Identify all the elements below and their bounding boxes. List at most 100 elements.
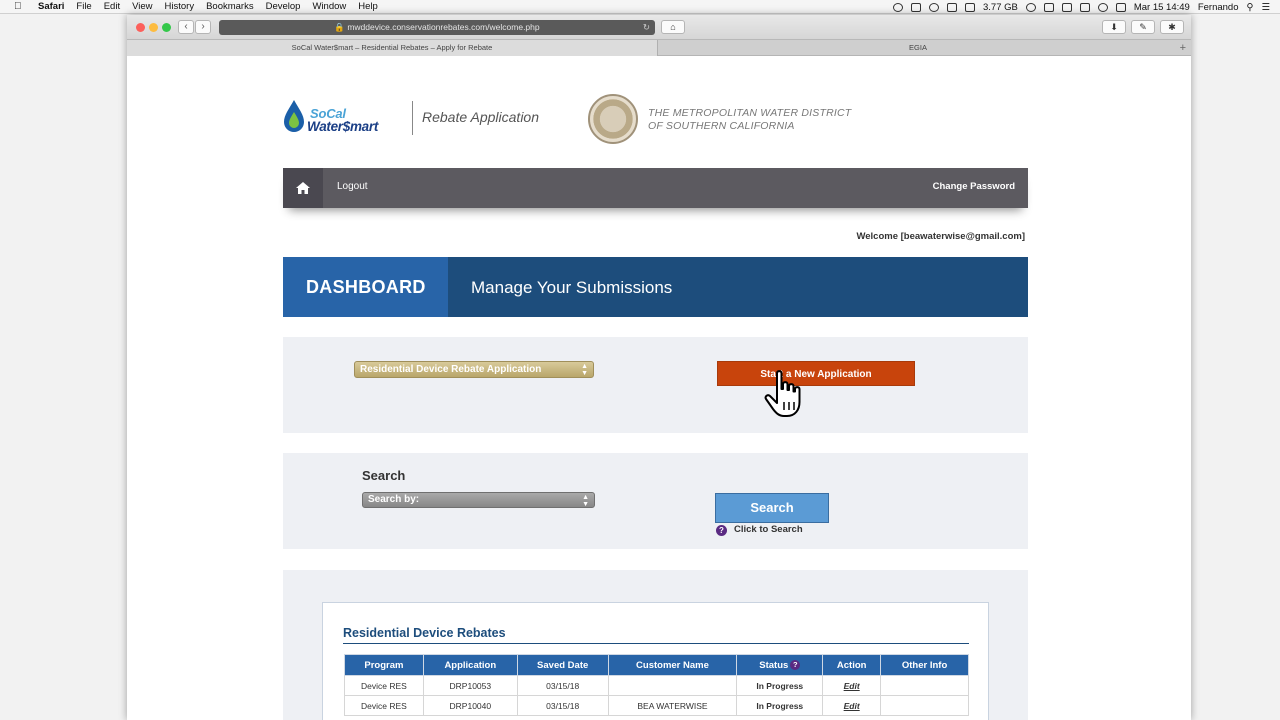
tab-egia-label: EGIA xyxy=(909,43,927,52)
mwd-seal-icon xyxy=(588,94,638,144)
cloud-icon[interactable] xyxy=(1025,2,1036,12)
dropbox-icon[interactable] xyxy=(946,2,957,12)
edit-button[interactable]: ✎ xyxy=(1131,20,1155,34)
rebate-application-title: Rebate Application xyxy=(422,109,540,125)
menu-window[interactable]: Window xyxy=(312,1,346,12)
table-row: Device RES DRP10040 03/15/18 BEA WATERWI… xyxy=(344,695,969,716)
page-content: SoCal Water$mart Rebate Application THE … xyxy=(127,56,1191,720)
tab-socal-watersmart[interactable]: SoCal Water$mart – Residential Rebates –… xyxy=(127,40,658,56)
column-status-label: Status xyxy=(759,659,789,671)
pencil-icon: ✎ xyxy=(1139,22,1147,32)
reload-icon[interactable]: ↻ xyxy=(643,20,650,35)
new-tab-plus-icon[interactable]: + xyxy=(1180,40,1186,56)
display-icon[interactable] xyxy=(1043,2,1054,12)
notification-center-icon[interactable]: ☰ xyxy=(1261,2,1270,13)
menubar-clock[interactable]: Mar 15 14:49 xyxy=(1134,2,1190,13)
cell-application: DRP10053 xyxy=(422,675,518,696)
cell-other-info xyxy=(880,675,969,696)
dashboard-label-block: DASHBOARD xyxy=(283,257,448,317)
start-new-application-button[interactable]: Start a New Application xyxy=(717,361,915,386)
column-other-info: Other Info xyxy=(880,654,969,676)
column-application: Application xyxy=(422,654,518,676)
column-action: Action xyxy=(822,654,882,676)
change-password-link[interactable]: Change Password xyxy=(933,181,1015,192)
table-row: Device RES DRP10053 03/15/18 In Progress… xyxy=(344,675,969,696)
dashboard-banner: DASHBOARD Manage Your Submissions xyxy=(283,257,1028,317)
column-program: Program xyxy=(344,654,424,676)
menu-history[interactable]: History xyxy=(165,1,195,12)
record-icon[interactable] xyxy=(892,2,903,12)
cell-customer-name: BEA WATERWISE xyxy=(607,695,738,716)
site-nav-bar: Logout Change Password xyxy=(283,168,1028,208)
cell-application: DRP10040 xyxy=(422,695,518,716)
address-bar[interactable]: 🔒 mwddevice.conservationrebates.com/welc… xyxy=(219,20,655,35)
mail-icon[interactable] xyxy=(910,2,921,12)
lock-icon: 🔒 xyxy=(334,22,345,32)
memory-icon[interactable] xyxy=(964,2,975,12)
rebates-title: Residential Device Rebates xyxy=(343,626,506,640)
rebates-panel: Residential Device Rebates Program Appli… xyxy=(283,570,1028,720)
apple-icon[interactable]:  xyxy=(14,1,28,12)
menu-bookmarks[interactable]: Bookmarks xyxy=(206,1,254,12)
zoom-window-button[interactable] xyxy=(162,23,171,32)
search-by-select[interactable]: Search by: ▲ ▼ xyxy=(362,492,595,508)
status-help-icon[interactable]: ? xyxy=(790,659,801,670)
browser-window: ‹ › 🔒 mwddevice.conservationrebates.com/… xyxy=(127,15,1191,720)
battery-icon[interactable] xyxy=(1079,2,1090,12)
home-toolbar-button[interactable]: ⌂ xyxy=(661,20,685,34)
screen-icon[interactable] xyxy=(1115,2,1126,12)
chevron-left-icon: ‹ xyxy=(184,21,188,32)
click-to-search-hint: Click to Search xyxy=(734,524,803,535)
extension-button[interactable]: ✱ xyxy=(1160,20,1184,34)
hand-pointer-cursor-icon xyxy=(764,370,801,417)
volume-icon[interactable] xyxy=(1061,2,1072,12)
close-window-button[interactable] xyxy=(136,23,145,32)
welcome-message: Welcome [beawaterwise@gmail.com] xyxy=(856,231,1025,242)
help-question-icon[interactable]: ? xyxy=(716,525,727,536)
back-button[interactable]: ‹ xyxy=(178,20,194,34)
spotlight-icon[interactable]: ⚲ xyxy=(1247,2,1254,13)
cell-program: Device RES xyxy=(344,675,424,696)
cell-status: In Progress xyxy=(736,675,824,696)
mwd-name-line2: OF SOUTHERN CALIFORNIA xyxy=(648,120,795,132)
search-heading: Search xyxy=(362,468,406,483)
cell-saved-date: 03/15/18 xyxy=(516,675,609,696)
forward-button[interactable]: › xyxy=(195,20,211,34)
menu-view[interactable]: View xyxy=(132,1,152,12)
mwd-name-line1: THE METROPOLITAN WATER DISTRICT xyxy=(648,107,852,119)
star-icon: ✱ xyxy=(1168,22,1176,32)
menu-edit[interactable]: Edit xyxy=(104,1,120,12)
select-arrows-icon: ▲ ▼ xyxy=(581,362,588,377)
download-icon: ⬇ xyxy=(1110,22,1118,32)
edit-link[interactable]: Edit xyxy=(822,675,882,696)
search-button[interactable]: Search xyxy=(715,493,829,523)
column-status: Status? xyxy=(736,654,824,676)
cell-other-info xyxy=(880,695,969,716)
home-nav-button[interactable] xyxy=(283,168,323,208)
downloads-button[interactable]: ⬇ xyxy=(1102,20,1126,34)
wifi-icon[interactable] xyxy=(1097,2,1108,12)
home-icon xyxy=(296,182,310,194)
cell-program: Device RES xyxy=(344,695,424,716)
logo-divider xyxy=(412,101,413,135)
edit-link[interactable]: Edit xyxy=(822,695,882,716)
menu-develop[interactable]: Develop xyxy=(266,1,301,12)
browser-toolbar: ‹ › 🔒 mwddevice.conservationrebates.com/… xyxy=(127,15,1191,40)
menu-file[interactable]: File xyxy=(76,1,91,12)
column-customer-name: Customer Name xyxy=(607,654,738,676)
tab-egia[interactable]: EGIA xyxy=(659,40,1177,56)
rebates-table: Program Application Saved Date Customer … xyxy=(344,654,969,716)
program-select[interactable]: Residential Device Rebate Application ▲ ▼ xyxy=(354,361,594,378)
sync-icon[interactable] xyxy=(928,2,939,12)
logout-link[interactable]: Logout xyxy=(337,181,368,192)
menu-help[interactable]: Help xyxy=(358,1,378,12)
url-text: mwddevice.conservationrebates.com/welcom… xyxy=(347,22,540,32)
menu-app-name[interactable]: Safari xyxy=(38,1,64,12)
column-saved-date: Saved Date xyxy=(516,654,609,676)
chevron-right-icon: › xyxy=(201,21,205,32)
menubar-user[interactable]: Fernando xyxy=(1198,2,1239,13)
cell-customer-name xyxy=(607,675,738,696)
tab-bar: SoCal Water$mart – Residential Rebates –… xyxy=(127,40,1191,56)
minimize-window-button[interactable] xyxy=(149,23,158,32)
menubar-status-area: 3.77 GB Mar 15 14:49 Fernando ⚲ ☰ xyxy=(892,0,1270,14)
